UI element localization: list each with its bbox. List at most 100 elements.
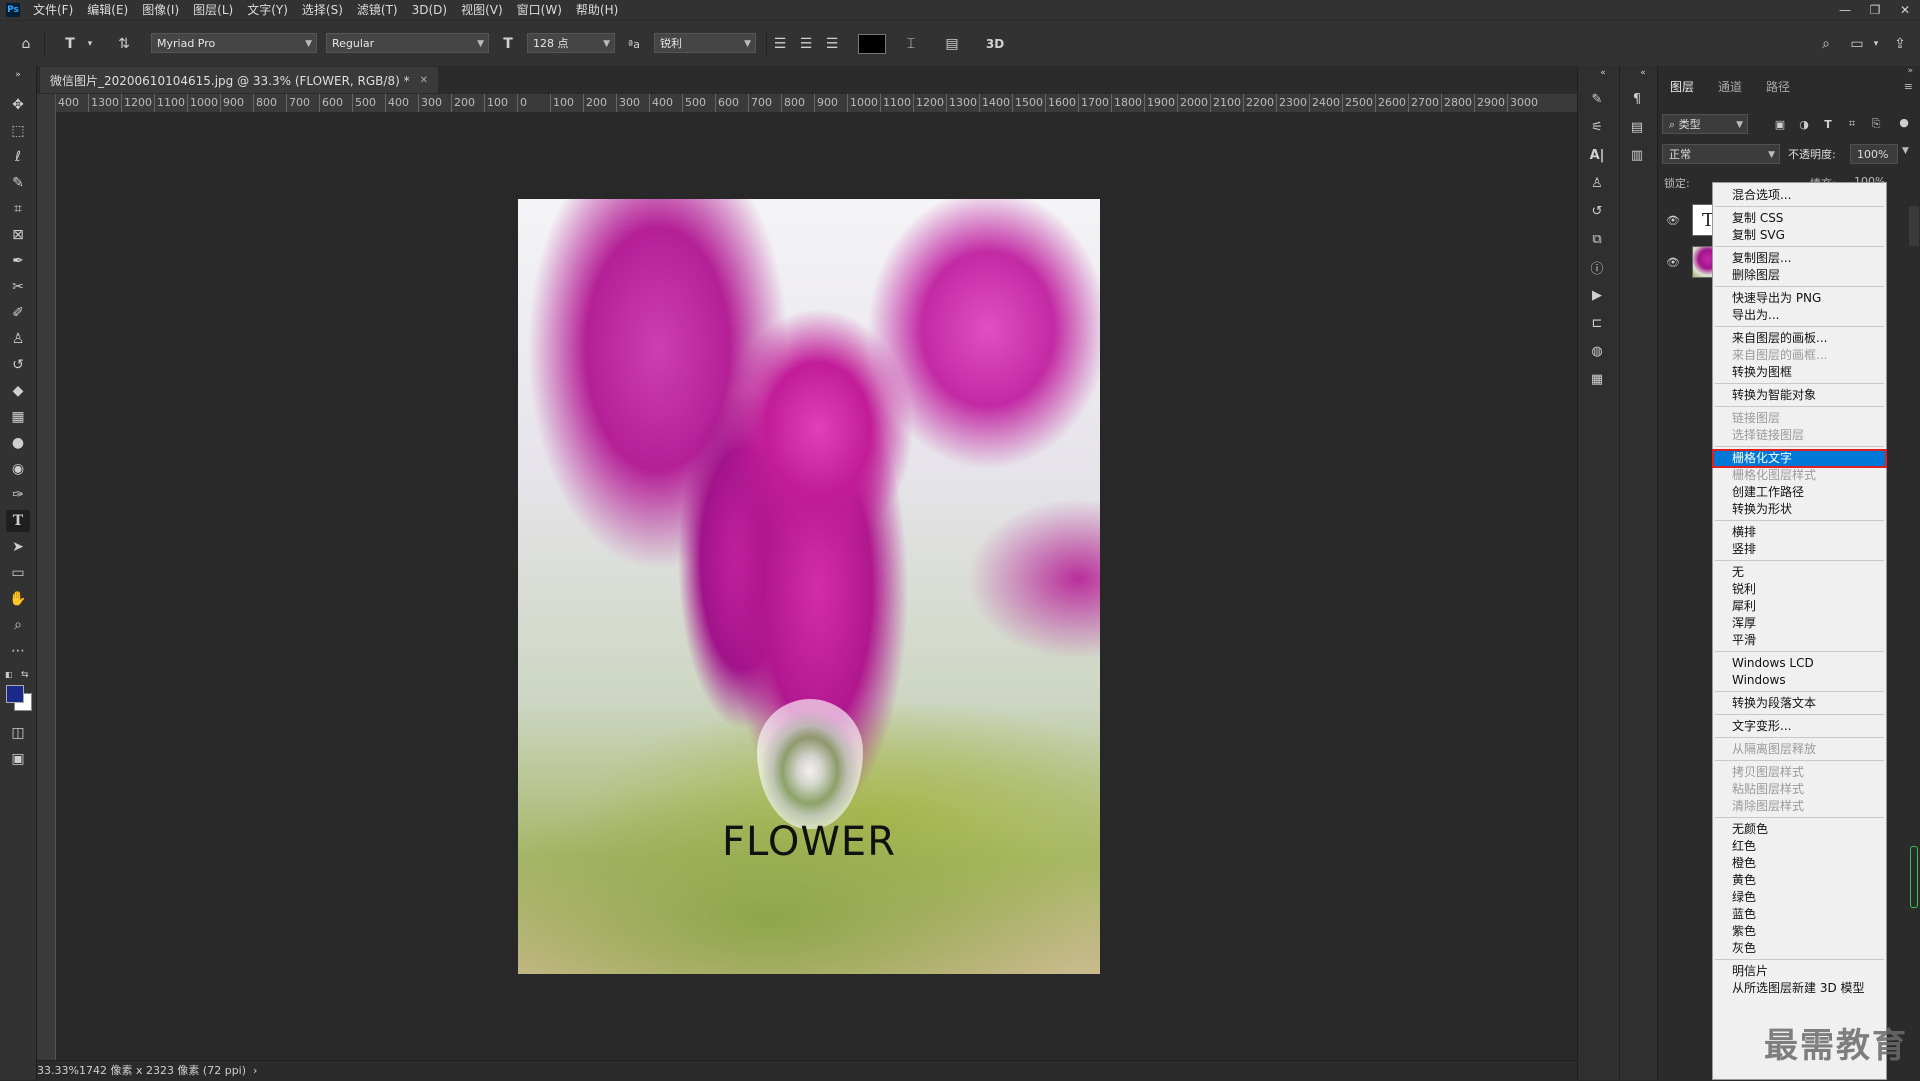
crop-tool-icon[interactable]: ⌗ — [6, 198, 30, 220]
flower-text-layer[interactable]: FLOWER — [518, 819, 1100, 865]
clone-stamp-tool-icon[interactable]: ♙ — [6, 328, 30, 350]
context-menu-item[interactable]: 复制图层... — [1713, 250, 1886, 267]
align-center-icon[interactable]: ☰ — [796, 34, 816, 54]
eraser-tool-icon[interactable]: ◆ — [6, 380, 30, 402]
quick-mask-icon[interactable]: ◫ — [6, 722, 30, 744]
context-menu-item[interactable]: 转换为智能对象 — [1713, 387, 1886, 404]
context-menu-item[interactable]: 灰色 — [1713, 940, 1886, 957]
frame-tool-icon[interactable]: ⊠ — [6, 224, 30, 246]
healing-brush-tool-icon[interactable]: ✂ — [6, 276, 30, 298]
context-menu-item[interactable]: 红色 — [1713, 838, 1886, 855]
search-icon[interactable]: ⌕ — [1816, 34, 1836, 54]
foreground-color-swatch[interactable] — [6, 685, 24, 703]
hand-tool-icon[interactable]: ✋ — [6, 588, 30, 610]
context-menu-item[interactable]: 复制 CSS — [1713, 210, 1886, 227]
context-menu-item[interactable]: 转换为形状 — [1713, 501, 1886, 518]
context-menu-item[interactable]: 橙色 — [1713, 855, 1886, 872]
context-menu-item[interactable]: 文字变形... — [1713, 718, 1886, 735]
pen-tool-icon[interactable]: ✑ — [6, 484, 30, 506]
smart-object-filter-icon[interactable]: ⎘ — [1868, 116, 1884, 132]
chevron-right-icon[interactable]: › — [250, 1064, 257, 1077]
menu-item-0[interactable]: 文件(F) — [26, 0, 80, 20]
context-menu-item[interactable]: 明信片 — [1713, 963, 1886, 980]
menu-item-6[interactable]: 滤镜(T) — [350, 0, 405, 20]
layer-filter-select[interactable]: ⌕ 类型 ▼ — [1662, 114, 1748, 134]
collapse-icon[interactable]: « — [1592, 68, 1614, 78]
filter-toggle-icon[interactable]: ● — [1896, 114, 1912, 130]
share-icon[interactable]: ⇪ — [1890, 34, 1910, 54]
context-menu-item[interactable]: 无 — [1713, 564, 1886, 581]
history-brush-tool-icon[interactable]: ↺ — [6, 354, 30, 376]
history-icon[interactable]: ↺ — [1586, 200, 1608, 222]
context-menu-item[interactable]: 无颜色 — [1713, 821, 1886, 838]
context-menu-item[interactable]: 浑厚 — [1713, 615, 1886, 632]
chevron-down-icon[interactable]: ▾ — [1866, 34, 1886, 54]
3d-icon[interactable]: ◍ — [1586, 340, 1608, 362]
close-icon[interactable]: ✕ — [420, 75, 428, 86]
collapse-icon[interactable]: « — [1632, 68, 1654, 78]
context-menu-item[interactable]: 绿色 — [1713, 889, 1886, 906]
more-tools-icon[interactable]: ⋯ — [6, 640, 30, 662]
context-menu-item[interactable]: 转换为段落文本 — [1713, 695, 1886, 712]
blend-mode-select[interactable]: 正常 ▼ — [1662, 144, 1780, 164]
default-colors-icon[interactable]: ◧ — [5, 670, 15, 680]
3d-button[interactable]: 3D — [983, 34, 1007, 54]
context-menu-item[interactable]: 蓝色 — [1713, 906, 1886, 923]
context-menu-item[interactable]: Windows — [1713, 672, 1886, 689]
warp-text-icon[interactable]: ⌶ — [901, 34, 921, 54]
chevron-down-icon[interactable]: ▼ — [1902, 146, 1909, 156]
panel-menu-icon[interactable]: ≡ — [1904, 80, 1913, 93]
dodge-tool-icon[interactable]: ◉ — [6, 458, 30, 480]
shape-filter-icon[interactable]: ⌗ — [1844, 116, 1860, 132]
tab-channels[interactable]: 通道 — [1706, 76, 1754, 98]
type-filter-icon[interactable]: T — [1820, 116, 1836, 132]
clone-source-icon[interactable]: ♙ — [1586, 172, 1608, 194]
font-style-select[interactable]: Regular ▼ — [326, 33, 489, 53]
screen-mode-icon[interactable]: ▣ — [6, 748, 30, 770]
workspace-icon[interactable]: ▭ — [1847, 34, 1867, 54]
opacity-input[interactable]: 100% — [1850, 144, 1898, 164]
eye-icon[interactable]: 👁 — [1666, 256, 1680, 269]
menu-item-8[interactable]: 视图(V) — [454, 0, 510, 20]
path-selection-tool-icon[interactable]: ➤ — [6, 536, 30, 558]
collapse-icon[interactable]: » — [1907, 66, 1913, 76]
document-tab[interactable]: 微信图片_20200610104615.jpg @ 33.3% (FLOWER,… — [40, 67, 438, 93]
document-canvas[interactable]: FLOWER — [518, 199, 1100, 974]
context-menu-item[interactable]: 删除图层 — [1713, 267, 1886, 284]
context-menu-item[interactable]: 竖排 — [1713, 541, 1886, 558]
properties-icon[interactable]: ▤ — [1626, 116, 1648, 138]
move-tool-icon[interactable]: ✥ — [6, 94, 30, 116]
menu-item-7[interactable]: 3D(D) — [405, 0, 454, 20]
font-family-select[interactable]: Myriad Pro ▼ — [151, 33, 317, 53]
tab-paths[interactable]: 路径 — [1754, 76, 1802, 98]
context-menu-item[interactable]: 栅格化文字 — [1712, 449, 1887, 468]
close-window-button[interactable]: ✕ — [1890, 0, 1920, 20]
type-tool-icon[interactable]: T — [6, 510, 30, 532]
adjustment-filter-icon[interactable]: ◑ — [1796, 116, 1812, 132]
menu-item-1[interactable]: 编辑(E) — [80, 0, 135, 20]
table-icon[interactable]: ▦ — [1586, 368, 1608, 390]
blur-tool-icon[interactable]: ● — [6, 432, 30, 454]
tab-layers[interactable]: 图层 — [1658, 76, 1706, 98]
text-color-swatch[interactable] — [858, 34, 886, 54]
brush-tool-icon[interactable]: ✐ — [6, 302, 30, 324]
menu-item-9[interactable]: 窗口(W) — [510, 0, 569, 20]
context-menu-item[interactable]: 犀利 — [1713, 598, 1886, 615]
quick-selection-tool-icon[interactable]: ✎ — [6, 172, 30, 194]
rectangle-tool-icon[interactable]: ▭ — [6, 562, 30, 584]
context-menu-item[interactable]: 锐利 — [1713, 581, 1886, 598]
context-menu-item[interactable]: 从所选图层新建 3D 模型 — [1713, 980, 1886, 997]
marquee-tool-icon[interactable]: ⬚ — [6, 120, 30, 142]
context-menu-item[interactable]: 来自图层的画板... — [1713, 330, 1886, 347]
eye-icon[interactable]: 👁 — [1666, 214, 1680, 227]
zoom-level[interactable]: 33.33% — [37, 1064, 79, 1077]
chevron-down-icon[interactable]: ▾ — [80, 34, 100, 54]
context-menu-item[interactable]: 转换为图框 — [1713, 364, 1886, 381]
context-menu-item[interactable]: 平滑 — [1713, 632, 1886, 649]
character-icon[interactable]: A| — [1586, 144, 1608, 166]
layers-scrollbar[interactable] — [1909, 206, 1919, 246]
context-menu-item[interactable]: 导出为... — [1713, 307, 1886, 324]
brush-settings-icon[interactable]: ✎ — [1586, 88, 1608, 110]
timeline-icon[interactable]: ⊏ — [1586, 312, 1608, 334]
context-menu-item[interactable]: 快速导出为 PNG — [1713, 290, 1886, 307]
